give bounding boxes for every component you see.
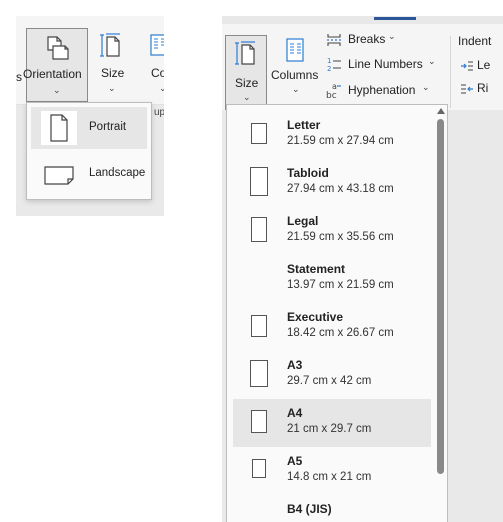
size-item-name: B4 (JIS) [287,502,332,516]
chevron-down-icon: ⌄ [388,31,396,41]
size-item-dimensions: 18.42 cm x 26.67 cm [287,327,394,339]
svg-text:a: a [332,82,337,91]
hyphenation-button[interactable]: a bc Hyphenation ⌄ [326,80,446,100]
indent-left-label: Le [477,58,491,72]
breaks-button[interactable]: Breaks ⌄ [326,30,446,50]
line-numbers-label: Line Numbers [348,57,423,71]
svg-text:1: 1 [327,57,331,65]
svg-text:bc: bc [326,91,337,99]
size-item[interactable]: A3 29.7 cm x 42 cm [233,351,431,399]
breaks-label: Breaks [348,32,386,46]
chevron-down-icon: ⌄ [243,92,251,102]
size-item[interactable]: Tabloid 27.94 cm x 43.18 cm [233,159,431,207]
indent-left-icon [460,59,474,73]
size-label[interactable]: Size [101,66,124,80]
size-button[interactable]: Size ⌄ [225,35,267,111]
size-item[interactable]: Statement 13.97 cm x 21.59 cm [233,255,431,303]
hyphenation-label: Hyphenation [348,83,416,97]
size-icon [235,40,257,66]
size-item[interactable]: A5 14.8 cm x 21 cm [233,447,431,495]
size-menu: Letter 21.59 cm x 27.94 cm Tabloid 27.94 cm… [226,104,448,522]
landscape-label: Landscape [89,167,146,179]
page-size-icon [251,217,267,242]
ribbon: Size ⌄ Columns ⌄ Breaks ⌄ 1 2 Line Numbe… [222,24,503,111]
orientation-snapshot: s Orientation ⌄ Size ⌄ Co ⌄ up Portrait … [16,16,164,216]
size-icon [100,32,122,58]
columns-label[interactable]: Colu [151,66,164,80]
active-tab-indicator [374,17,416,20]
orientation-label: Orientation [23,67,82,81]
size-item-dimensions: 13.97 cm x 21.59 cm [287,279,394,291]
indent-label: Indent [458,34,492,48]
size-item[interactable]: Legal 21.59 cm x 35.56 cm [233,207,431,255]
page-size-icon [251,315,267,337]
svg-text:2: 2 [327,65,331,72]
columns-label[interactable]: Columns [271,68,318,82]
orientation-button[interactable]: Orientation ⌄ [23,28,88,102]
menu-item-portrait[interactable]: Portrait [31,107,147,149]
ribbon-cut-label: s [16,70,22,84]
size-item-dimensions: 27.94 cm x 43.18 cm [287,183,394,195]
size-item-name: Letter [287,118,321,132]
menu-scrollbar[interactable] [435,105,447,522]
page-size-icon [252,459,266,478]
size-item-dimensions: 21 cm x 29.7 cm [287,423,372,435]
portrait-icon [41,111,77,145]
size-item-name: A3 [287,358,303,372]
indent-right-icon [460,82,474,96]
chevron-down-icon: ⌄ [428,56,436,66]
size-item[interactable]: A4 21 cm x 29.7 cm [233,399,431,447]
size-item-dimensions: 21.59 cm x 35.56 cm [287,231,394,243]
ribbon: s Orientation ⌄ Size ⌄ Co ⌄ [16,16,164,105]
size-label: Size [235,76,259,90]
line-numbers-button[interactable]: 1 2 Line Numbers ⌄ [326,55,446,75]
orientation-icon [44,35,70,61]
indent-left-field[interactable]: Le [460,57,503,75]
chevron-down-icon: ⌄ [292,84,300,94]
ribbon-group-label: up [154,107,164,118]
chevron-down-icon: ⌄ [108,83,116,93]
chevron-down-icon: ⌄ [422,82,430,92]
size-item[interactable]: Letter 21.59 cm x 27.94 cm [233,111,431,159]
scroll-up-arrow-icon[interactable] [437,108,445,114]
indent-right-label: Ri [477,81,489,95]
hyphenation-icon: a bc [326,81,342,99]
size-item-dimensions: 21.59 cm x 27.94 cm [287,135,394,147]
page-size-icon [250,167,268,196]
page-size-icon [251,123,267,144]
size-item-name: Legal [287,214,319,228]
size-item-name: Executive [287,310,344,324]
landscape-icon [41,159,77,189]
size-snapshot: Size ⌄ Columns ⌄ Breaks ⌄ 1 2 Line Numbe… [222,16,503,522]
size-item-name: Tabloid [287,166,329,180]
menu-item-landscape[interactable]: Landscape [31,153,147,195]
chevron-down-icon: ⌄ [53,85,61,95]
page-size-icon [251,410,267,433]
orientation-menu: Portrait Landscape [26,102,152,200]
chevron-down-icon: ⌄ [159,83,164,93]
size-item-dimensions: 29.7 cm x 42 cm [287,375,372,387]
breaks-icon [326,32,342,48]
size-item-name: Statement [287,262,346,276]
ribbon-top-strip [222,16,503,24]
group-separator [450,36,451,108]
line-numbers-icon: 1 2 [326,56,342,72]
size-item[interactable]: B4 (JIS) [233,495,431,522]
indent-right-field[interactable]: Ri [460,80,503,98]
size-item-name: A4 [287,406,303,420]
columns-icon [150,34,164,56]
portrait-label: Portrait [89,121,127,133]
size-item-name: A5 [287,454,303,468]
size-item-dimensions: 14.8 cm x 21 cm [287,471,372,483]
size-item[interactable]: Executive 18.42 cm x 26.67 cm [233,303,431,351]
scroll-thumb[interactable] [437,119,444,474]
page-size-icon [250,360,268,387]
columns-icon [286,38,304,62]
